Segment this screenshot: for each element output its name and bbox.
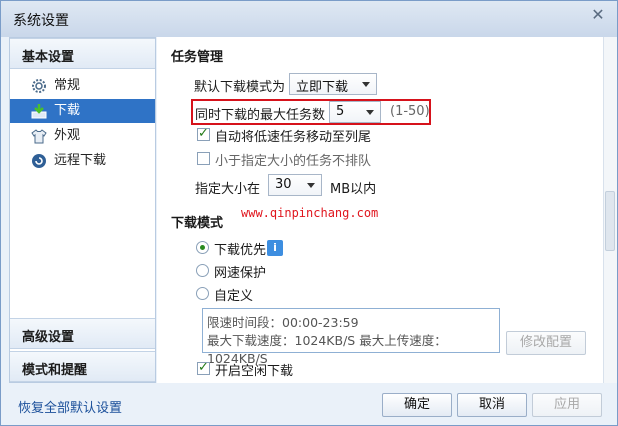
custom-schedule-box: 限速时间段：00:00-23:59 最大下载速度：1024KB/S 最大上传速度… <box>202 308 500 366</box>
group-mode-reminders[interactable]: 模式和提醒 <box>10 351 155 382</box>
max-tasks-range: (1-50) <box>390 104 430 119</box>
watermark-text: www.qinpinchang.com <box>241 206 379 220</box>
sidebar-item-download[interactable]: 下载 <box>10 99 155 123</box>
restore-defaults-link[interactable]: 恢复全部默认设置 <box>18 397 122 416</box>
section-download-mode: 下载模式 <box>171 216 224 231</box>
size-suffix-label: MB以内 <box>330 182 377 197</box>
chevron-down-icon <box>307 183 315 188</box>
mode-priority-radio[interactable] <box>196 241 209 254</box>
download-icon <box>31 104 47 119</box>
no-queue-checkbox[interactable] <box>197 152 210 165</box>
shirt-icon <box>31 129 47 144</box>
sidebar-item-remote[interactable]: 远程下载 <box>10 149 155 173</box>
mode-protect-radio[interactable] <box>196 264 209 277</box>
ok-button[interactable]: 确定 <box>382 393 452 417</box>
sidebar-item-label: 下载 <box>54 103 81 118</box>
scrollbar-thumb[interactable] <box>605 191 615 251</box>
sidebar-item-appearance[interactable]: 外观 <box>10 124 155 148</box>
default-mode-value: 立即下载 <box>296 80 349 95</box>
gear-icon <box>32 79 46 93</box>
max-tasks-value: 5 <box>336 104 345 119</box>
remote-icon <box>32 154 46 168</box>
mode-protect-label: 网速保护 <box>214 266 267 281</box>
section-task-management: 任务管理 <box>171 50 224 65</box>
sidebar-item-label: 远程下载 <box>54 153 107 168</box>
mode-custom-radio[interactable] <box>196 287 209 300</box>
window-title: 系统设置 <box>13 13 69 29</box>
chevron-down-icon <box>362 82 370 87</box>
cancel-button[interactable]: 取消 <box>457 393 527 417</box>
settings-window: 系统设置 ✕ 基本设置 常规 下载 外观 远程下载 高级设置 模式和提醒 任务管… <box>0 0 618 426</box>
idle-download-checkbox[interactable] <box>197 360 210 375</box>
chevron-down-icon <box>366 110 374 115</box>
max-tasks-label: 同时下载的最大任务数 <box>195 108 326 123</box>
title-bar[interactable]: 系统设置 ✕ <box>1 1 617 37</box>
size-select[interactable]: 30 <box>268 174 322 196</box>
size-prefix-label: 指定大小在 <box>195 182 261 197</box>
idle-download-label: 开启空闲下载 <box>215 364 294 379</box>
mode-custom-label: 自定义 <box>214 289 254 304</box>
modify-config-button[interactable]: 修改配置 <box>506 331 586 355</box>
default-mode-label: 默认下载模式为 <box>194 80 286 95</box>
sidebar: 基本设置 常规 下载 外观 远程下载 高级设置 模式和提醒 <box>9 37 156 383</box>
mode-priority-label: 下载优先 <box>214 243 267 258</box>
auto-move-label: 自动将低速任务移动至列尾 <box>215 130 372 145</box>
sidebar-item-general[interactable]: 常规 <box>10 74 155 98</box>
apply-button[interactable]: 应用 <box>532 393 602 417</box>
default-mode-select[interactable]: 立即下载 <box>289 73 377 95</box>
max-tasks-select[interactable]: 5 <box>329 101 381 123</box>
schedule-line: 限速时间段：00:00-23:59 <box>207 315 359 330</box>
no-queue-label: 小于指定大小的任务不排队 <box>215 154 372 169</box>
auto-move-checkbox[interactable] <box>197 126 210 141</box>
sidebar-item-label: 常规 <box>54 78 81 93</box>
info-icon[interactable]: i <box>267 240 283 256</box>
group-basic-settings[interactable]: 基本设置 <box>10 38 155 69</box>
sidebar-item-label: 外观 <box>54 128 81 143</box>
close-icon[interactable]: ✕ <box>589 6 607 24</box>
group-advanced-settings[interactable]: 高级设置 <box>10 318 155 349</box>
size-value: 30 <box>275 177 292 192</box>
